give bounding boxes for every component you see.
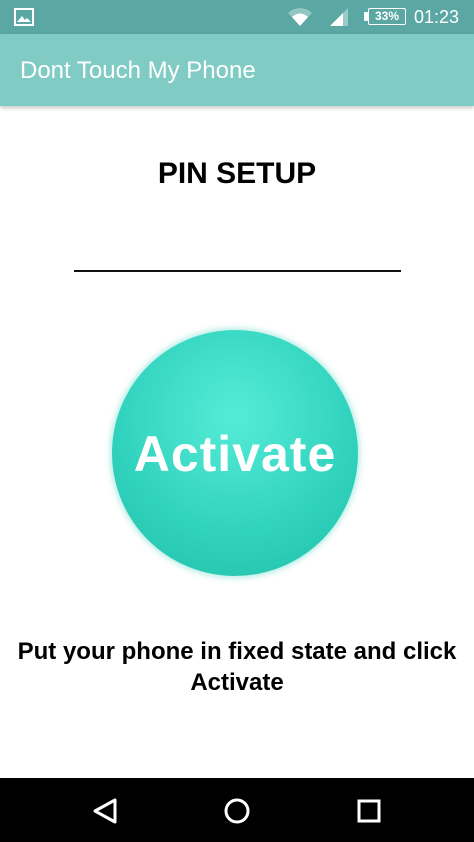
navigation-bar [0,778,474,842]
page-title: PIN SETUP [157,157,317,190]
activate-label: Activate [133,426,337,482]
image-icon [14,8,34,26]
status-bar: 33% 01:23 [0,0,474,34]
recents-square-icon[interactable] [354,796,384,826]
activate-button[interactable]: Activate [112,330,358,576]
battery-indicator: 33% [368,8,406,25]
home-icon[interactable] [222,796,252,826]
app-title: Dont Touch My Phone [20,57,256,84]
wifi-icon [288,8,312,26]
status-time: 01:23 [414,7,460,27]
instruction-text: Put your phone in fixed state and click … [17,638,457,696]
back-triangle-icon[interactable] [90,796,120,826]
signal-icon [330,8,348,26]
app-bar: Dont Touch My Phone [0,34,474,106]
pin-input[interactable] [74,228,401,272]
